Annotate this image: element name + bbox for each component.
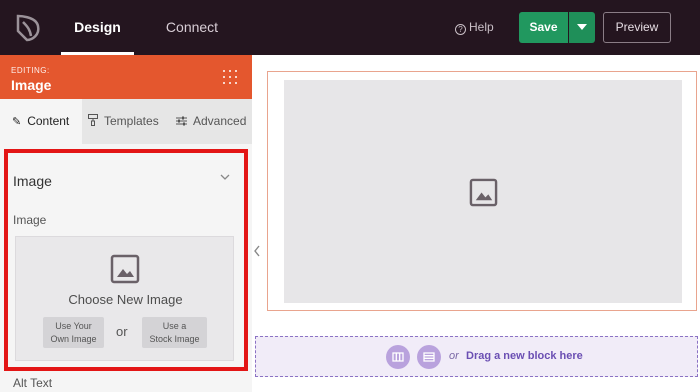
- dropzone-or: or: [449, 350, 459, 362]
- help-link[interactable]: ? Help: [455, 0, 494, 55]
- columns-icon: [392, 352, 404, 362]
- image-block[interactable]: [267, 71, 697, 311]
- caret-down-icon: [577, 24, 587, 30]
- or-label: or: [116, 324, 128, 339]
- tab-templates-label: Templates: [104, 114, 159, 128]
- top-bar: Design Connect ? Help Save Preview: [0, 0, 700, 55]
- editing-header: EDITING: Image: [0, 55, 252, 99]
- dropzone-text: Drag a new block here: [466, 350, 583, 362]
- tab-content-label: Content: [27, 114, 70, 128]
- add-block-dropzone[interactable]: or Drag a new block here: [255, 336, 698, 377]
- sidebar: EDITING: Image ✎ Content Templates Advanc…: [0, 55, 252, 392]
- image-icon: [469, 178, 498, 207]
- save-options-button[interactable]: [569, 12, 595, 43]
- section-title[interactable]: Image: [13, 173, 52, 189]
- chevron-down-icon[interactable]: [220, 172, 230, 182]
- save-button[interactable]: Save: [519, 12, 568, 43]
- pencil-icon: ✎: [12, 116, 22, 128]
- image-placeholder[interactable]: [284, 80, 682, 303]
- add-columns-button[interactable]: [386, 345, 410, 369]
- tab-templates[interactable]: Templates: [88, 99, 166, 144]
- use-stock-image-button[interactable]: Use a Stock Image: [142, 317, 207, 348]
- preview-button[interactable]: Preview: [603, 12, 671, 43]
- image-icon: [110, 254, 140, 284]
- chevron-left-icon[interactable]: [252, 244, 262, 258]
- add-section-button[interactable]: [417, 345, 441, 369]
- tab-design[interactable]: Design: [61, 0, 134, 55]
- tab-connect[interactable]: Connect: [160, 0, 224, 55]
- tab-advanced-label: Advanced: [193, 114, 247, 128]
- sliders-icon: [176, 100, 187, 145]
- alt-text-label: Alt Text: [13, 376, 53, 390]
- stock-image-line1: Use a: [162, 321, 187, 331]
- choose-image-title: Choose New Image: [68, 292, 183, 307]
- seedprod-logo-icon[interactable]: [14, 13, 44, 43]
- tab-advanced[interactable]: Advanced: [176, 99, 248, 144]
- tab-content[interactable]: ✎ Content: [0, 99, 82, 144]
- editing-label: EDITING:: [11, 66, 50, 75]
- own-image-line2: Own Image: [50, 334, 97, 344]
- question-icon: ?: [455, 24, 466, 35]
- own-image-line1: Use Your: [55, 321, 92, 331]
- paint-roller-icon: [88, 100, 98, 145]
- use-own-image-button[interactable]: Use Your Own Image: [43, 317, 104, 348]
- stock-image-line2: Stock Image: [149, 334, 200, 344]
- help-label: Help: [469, 20, 494, 34]
- image-uploader[interactable]: Choose New Image Use Your Own Image or U…: [15, 236, 234, 361]
- rows-icon: [423, 352, 435, 362]
- grid-dots-icon[interactable]: [223, 70, 239, 86]
- editing-title: Image: [11, 77, 52, 93]
- image-field-label: Image: [13, 213, 47, 227]
- sidebar-tabs: ✎ Content Templates Advanced: [0, 99, 252, 144]
